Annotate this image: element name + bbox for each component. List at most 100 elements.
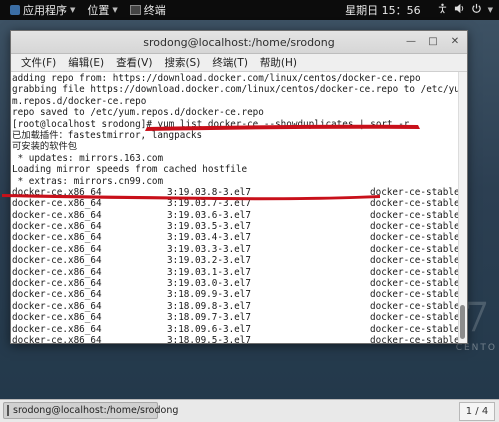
package-version: 3:18.09.8-3.el7 xyxy=(167,300,251,312)
package-repo: docker-ce-stable xyxy=(370,266,459,278)
package-row: docker-ce.x86_64 3:19.03.5-3.el7 docker-ce… xyxy=(12,221,459,232)
package-row: docker-ce.x86_64 3:18.09.6-3.el7 docker-ce… xyxy=(12,324,459,335)
terminal-icon xyxy=(7,405,9,416)
desktop-watermark: CENTO xyxy=(455,343,497,353)
package-row: docker-ce.x86_64 3:18.09.9-3.el7 docker-ce… xyxy=(12,289,459,300)
package-row: docker-ce.x86_64 3:18.09.5-3.el7 docker-ce… xyxy=(12,335,459,343)
scrollbar-thumb[interactable] xyxy=(460,305,465,339)
package-row: docker-ce.x86_64 3:19.03.3-3.el7 docker-ce… xyxy=(12,244,459,255)
package-row: docker-ce.x86_64 3:19.03.2-3.el7 docker-ce… xyxy=(12,255,459,266)
menu-terminal[interactable]: 终端(T) xyxy=(206,55,254,70)
window-menubar: 文件(F) 编辑(E) 查看(V) 搜索(S) 终端(T) 帮助(H) xyxy=(11,54,467,72)
power-icon[interactable] xyxy=(471,3,482,17)
package-name: docker-ce.x86_64 xyxy=(12,221,102,233)
package-name: docker-ce.x86_64 xyxy=(12,243,102,255)
package-name: docker-ce.x86_64 xyxy=(12,209,102,221)
package-version: 3:19.03.3-3.el7 xyxy=(167,243,251,255)
package-repo: docker-ce-stable xyxy=(370,255,459,267)
window-titlebar[interactable]: srodong@localhost:/home/srodong — □ ✕ xyxy=(11,31,467,54)
top-panel: 应用程序 ▼ 位置 ▼ 终端 星期日 15：56 ▼ xyxy=(0,0,499,20)
package-row: docker-ce.x86_64 3:19.03.8-3.el7 docker-ce… xyxy=(12,187,459,198)
package-row: docker-ce.x86_64 3:19.03.6-3.el7 docker-ce… xyxy=(12,210,459,221)
chevron-down-icon: ▼ xyxy=(70,6,76,14)
terminal-app-label: 终端 xyxy=(143,4,166,17)
taskbar-terminal-button[interactable]: srodong@localhost:/home/srodong xyxy=(3,402,178,419)
package-row: docker-ce.x86_64 3:19.03.7-3.el7 docker-ce… xyxy=(12,198,459,209)
package-version: 3:18.09.6-3.el7 xyxy=(167,323,251,335)
menu-help[interactable]: 帮助(H) xyxy=(254,55,303,70)
package-name: docker-ce.x86_64 xyxy=(12,186,102,198)
package-repo: docker-ce-stable xyxy=(370,221,459,233)
package-name: docker-ce.x86_64 xyxy=(12,289,102,301)
terminal-line: 已加载插件：fastestmirror, langpacks xyxy=(12,129,203,141)
chevron-down-icon[interactable]: ▼ xyxy=(488,6,493,14)
volume-icon[interactable] xyxy=(454,3,465,17)
package-version: 3:19.03.8-3.el7 xyxy=(167,186,251,198)
terminal-line: * extras: mirrors.cn99.com xyxy=(12,175,164,187)
places-label: 位置 xyxy=(87,4,110,17)
package-version: 3:19.03.1-3.el7 xyxy=(167,266,251,278)
package-repo: docker-ce-stable xyxy=(370,232,459,244)
package-repo: docker-ce-stable xyxy=(370,278,459,290)
package-name: docker-ce.x86_64 xyxy=(12,198,102,210)
menu-file[interactable]: 文件(F) xyxy=(15,55,62,70)
package-name: docker-ce.x86_64 xyxy=(12,255,102,267)
package-version: 3:18.09.9-3.el7 xyxy=(167,289,251,301)
terminal-window[interactable]: srodong@localhost:/home/srodong — □ ✕ 文件… xyxy=(10,30,468,344)
chevron-down-icon: ▼ xyxy=(112,6,118,14)
package-repo: docker-ce-stable xyxy=(370,209,459,221)
taskbar-task-label: srodong@localhost:/home/srodong xyxy=(13,405,179,416)
package-version: 3:19.03.6-3.el7 xyxy=(167,209,251,221)
clock[interactable]: 星期日 15：56 xyxy=(345,2,421,18)
package-name: docker-ce.x86_64 xyxy=(12,232,102,244)
package-version: 3:19.03.7-3.el7 xyxy=(167,198,251,210)
accessibility-icon[interactable] xyxy=(437,3,448,17)
terminal-line: * updates: mirrors.163.com xyxy=(12,152,164,164)
terminal-output[interactable]: adding repo from: https://download.docke… xyxy=(11,72,459,343)
workspace-pager[interactable]: 1 / 4 xyxy=(459,402,495,421)
terminal-line: grabbing file https://download.docker.co… xyxy=(12,84,459,96)
package-repo: docker-ce-stable xyxy=(370,300,459,312)
package-repo: docker-ce-stable xyxy=(370,186,459,198)
package-repo: docker-ce-stable xyxy=(370,289,459,301)
package-repo: docker-ce-stable xyxy=(370,198,459,210)
package-row: docker-ce.x86_64 3:18.09.7-3.el7 docker-ce… xyxy=(12,312,459,323)
terminal-line: repo saved to /etc/yum.repos.d/docker-ce… xyxy=(12,107,264,119)
terminal-line: m.repos.d/docker-ce.repo xyxy=(12,95,147,107)
menu-search[interactable]: 搜索(S) xyxy=(158,55,206,70)
minimize-icon[interactable]: — xyxy=(404,34,418,48)
close-icon[interactable]: ✕ xyxy=(448,34,462,48)
package-version: 3:19.03.5-3.el7 xyxy=(167,221,251,233)
package-version: 3:19.03.2-3.el7 xyxy=(167,255,251,267)
applications-menu[interactable]: 应用程序 ▼ xyxy=(0,0,81,20)
package-version: 3:19.03.4-3.el7 xyxy=(167,232,251,244)
package-name: docker-ce.x86_64 xyxy=(12,266,102,278)
package-version: 3:19.03.0-3.el7 xyxy=(167,278,251,290)
package-name: docker-ce.x86_64 xyxy=(12,334,102,343)
terminal-app-menu[interactable]: 终端 xyxy=(124,0,172,20)
terminal-line: 可安装的软件包 xyxy=(12,141,78,153)
package-name: docker-ce.x86_64 xyxy=(12,300,102,312)
terminal-line: Loading mirror speeds from cached hostfi… xyxy=(12,164,248,176)
terminal-scrollbar[interactable] xyxy=(458,72,467,343)
package-repo: docker-ce-stable xyxy=(370,312,459,324)
package-repo: docker-ce-stable xyxy=(370,334,459,343)
terminal-command-line: [root@localhost srodong]# yum list docke… xyxy=(12,118,410,130)
maximize-icon[interactable]: □ xyxy=(426,34,440,48)
package-name: docker-ce.x86_64 xyxy=(12,323,102,335)
package-name: docker-ce.x86_64 xyxy=(12,278,102,290)
package-version: 3:18.09.7-3.el7 xyxy=(167,312,251,324)
menu-view[interactable]: 查看(V) xyxy=(110,55,158,70)
package-row: docker-ce.x86_64 3:18.09.8-3.el7 docker-ce… xyxy=(12,301,459,312)
terminal-icon xyxy=(129,5,141,15)
package-repo: docker-ce-stable xyxy=(370,243,459,255)
places-menu[interactable]: 位置 ▼ xyxy=(81,0,123,20)
package-row: docker-ce.x86_64 3:19.03.1-3.el7 docker-ce… xyxy=(12,267,459,278)
menu-edit[interactable]: 编辑(E) xyxy=(62,55,110,70)
package-row: docker-ce.x86_64 3:19.03.4-3.el7 docker-ce… xyxy=(12,232,459,243)
bottom-taskbar: srodong@localhost:/home/srodong 1 / 4 xyxy=(0,399,499,422)
window-title: srodong@localhost:/home/srodong xyxy=(143,35,335,49)
package-row: docker-ce.x86_64 3:19.03.0-3.el7 docker-ce… xyxy=(12,278,459,289)
app-logo-icon xyxy=(10,5,20,15)
terminal-line: adding repo from: https://download.docke… xyxy=(12,73,421,84)
